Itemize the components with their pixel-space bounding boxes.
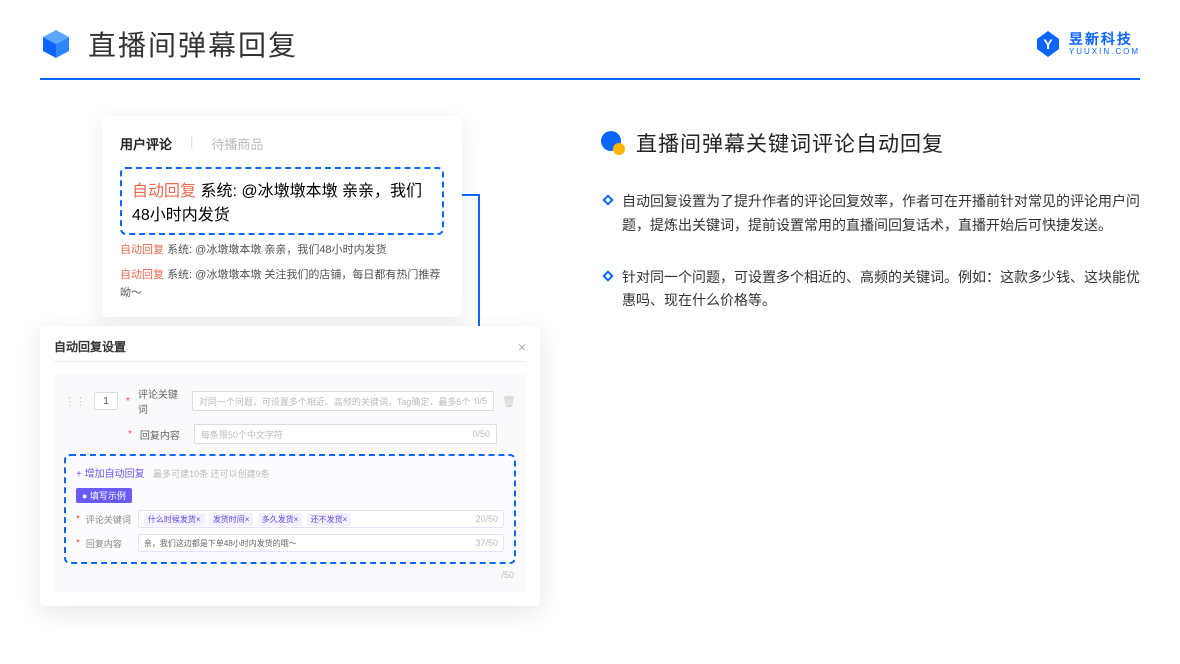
tag-chip[interactable]: 多久发货× — [258, 513, 303, 526]
ex-content-input[interactable]: 亲，我们这边都是下单48小时内发货的哦～ 37/50 — [138, 534, 504, 552]
content-count: 0/50 — [472, 429, 490, 439]
page-header: 直播间弹幕回复 Y 昱新科技 YUUXIN.COM — [0, 0, 1180, 64]
content: 用户评论 | 待播商品 自动回复 系统: @冰墩墩本墩 亲亲，我们48小时内发货… — [0, 80, 1180, 616]
settings-title: 自动回复设置 — [54, 338, 126, 355]
bullet-text: 针对同一个问题，可设置多个相近的、高频的关键词。例如：这款多少钱、这块能优惠吗、… — [622, 266, 1140, 314]
tag-chip[interactable]: 发货时间× — [209, 513, 254, 526]
brand-texts: 昱新科技 YUUXIN.COM — [1069, 32, 1140, 56]
auto-reply-tag: 自动回复 — [120, 269, 164, 281]
comment-highlighted: 自动回复 系统: @冰墩墩本墩 亲亲，我们48小时内发货 — [120, 167, 444, 235]
required-dot: * — [76, 538, 80, 549]
tab-divider: | — [190, 134, 193, 153]
index-box: 1 — [94, 392, 118, 410]
form-row-content: * 回复内容 每条限50个中文字符 0/50 — [64, 424, 516, 444]
diamond-icon — [602, 270, 613, 281]
example-box: + 增加自动回复 最多可建10条 还可以创建9条 ● 填写示例 * 评论关键词 … — [64, 454, 516, 564]
header-left: 直播间弹幕回复 — [40, 24, 298, 64]
svg-text:Y: Y — [1043, 36, 1053, 52]
bullet-text: 自动回复设置为了提升作者的评论回复效率，作者可在开播前针对常见的评论用户问题，提… — [622, 190, 1140, 238]
bullet-list: 自动回复设置为了提升作者的评论回复效率，作者可在开播前针对常见的评论用户问题，提… — [600, 190, 1140, 313]
settings-card: 自动回复设置 × ⋮⋮ 1 * 评论关键词 对同一个问题，可设置多个相近、高频的… — [40, 326, 540, 606]
auto-reply-tag: 自动回复 — [132, 183, 196, 200]
ex-content-label: 回复内容 — [86, 537, 132, 550]
bottom-count: /50 — [64, 570, 516, 580]
comment-line: 自动回复 系统: @冰墩墩本墩 亲亲，我们48小时内发货 — [120, 241, 444, 260]
settings-body: ⋮⋮ 1 * 评论关键词 对同一个问题，可设置多个相近、高频的关键词，Tag确定… — [54, 374, 526, 592]
tab-products[interactable]: 待播商品 — [211, 134, 263, 153]
add-row: + 增加自动回复 最多可建10条 还可以创建9条 — [76, 464, 504, 482]
diamond-icon — [602, 194, 613, 205]
page-title: 直播间弹幕回复 — [88, 24, 298, 64]
trash-icon[interactable]: 🗑 — [502, 395, 516, 408]
left-column: 用户评论 | 待播商品 自动回复 系统: @冰墩墩本墩 亲亲，我们48小时内发货… — [40, 116, 540, 596]
required-dot: * — [128, 429, 132, 440]
example-badge: ● 填写示例 — [76, 488, 132, 503]
comment-text: 系统: @冰墩墩本墩 关注我们的店铺，每日都有热门推荐呦～ — [120, 269, 440, 300]
close-icon[interactable]: × — [518, 339, 526, 355]
keyword-label: 评论关键词 — [138, 386, 184, 416]
settings-title-row: 自动回复设置 × — [54, 338, 526, 362]
ex-content-count: 37/50 — [475, 538, 498, 548]
brand: Y 昱新科技 YUUXIN.COM — [1033, 29, 1140, 59]
tag-chip[interactable]: 还不发货× — [307, 513, 352, 526]
drag-handle-icon[interactable]: ⋮⋮ — [64, 395, 86, 408]
required-dot: * — [76, 514, 80, 525]
right-column: 直播间弹幕关键词评论自动回复 自动回复设置为了提升作者的评论回复效率，作者可在开… — [600, 116, 1140, 596]
tag-chips: 什么时候发货× 发货时间× 多久发货× 还不发货× — [144, 513, 353, 526]
ex-keyword-count: 20/50 — [475, 514, 498, 524]
bullet-item: 针对同一个问题，可设置多个相近的、高频的关键词。例如：这款多少钱、这块能优惠吗、… — [604, 266, 1140, 314]
section-heading-row: 直播间弹幕关键词评论自动回复 — [600, 128, 1140, 158]
bullet-item: 自动回复设置为了提升作者的评论回复效率，作者可在开播前针对常见的评论用户问题，提… — [604, 190, 1140, 238]
example-content-row: * 回复内容 亲，我们这边都是下单48小时内发货的哦～ 37/50 — [76, 534, 504, 552]
comment-text: 系统: @冰墩墩本墩 亲亲，我们48小时内发货 — [167, 244, 387, 256]
section-heading: 直播间弹幕关键词评论自动回复 — [636, 128, 944, 158]
tag-chip[interactable]: 什么时候发货× — [144, 513, 205, 526]
comments-card: 用户评论 | 待播商品 自动回复 系统: @冰墩墩本墩 亲亲，我们48小时内发货… — [102, 116, 462, 317]
brand-name-en: YUUXIN.COM — [1069, 48, 1140, 56]
comment-line: 自动回复 系统: @冰墩墩本墩 关注我们的店铺，每日都有热门推荐呦～ — [120, 266, 444, 303]
content-label: 回复内容 — [140, 427, 186, 442]
brand-name-cn: 昱新科技 — [1069, 32, 1140, 46]
add-note: 最多可建10条 还可以创建9条 — [153, 469, 270, 479]
auto-reply-tag: 自动回复 — [120, 244, 164, 256]
form-row-keyword: ⋮⋮ 1 * 评论关键词 对同一个问题，可设置多个相近、高频的关键词，Tag确定… — [64, 386, 516, 416]
add-auto-reply-link[interactable]: + 增加自动回复 — [76, 469, 145, 480]
example-keyword-row: * 评论关键词 什么时候发货× 发货时间× 多久发货× 还不发货× 20/50 — [76, 510, 504, 528]
ex-keyword-label: 评论关键词 — [86, 513, 132, 526]
ex-content-value: 亲，我们这边都是下单48小时内发货的哦～ — [144, 538, 297, 549]
required-dot: * — [126, 396, 130, 407]
content-input[interactable]: 每条限50个中文字符 0/50 — [194, 424, 497, 444]
tabs: 用户评论 | 待播商品 — [120, 134, 444, 153]
bubble-icon — [600, 130, 626, 156]
brand-logo-icon: Y — [1033, 29, 1063, 59]
ex-keyword-input[interactable]: 什么时候发货× 发货时间× 多久发货× 还不发货× 20/50 — [138, 510, 504, 528]
keyword-placeholder: 对同一个问题，可设置多个相近、高频的关键词，Tag确定，最多5个 — [199, 395, 471, 408]
cube-icon — [40, 28, 72, 60]
keyword-input[interactable]: 对同一个问题，可设置多个相近、高频的关键词，Tag确定，最多5个 0/5 — [192, 391, 494, 411]
tab-user-comments[interactable]: 用户评论 — [120, 134, 172, 153]
keyword-count: 0/5 — [475, 396, 488, 406]
content-placeholder: 每条限50个中文字符 — [201, 428, 283, 441]
